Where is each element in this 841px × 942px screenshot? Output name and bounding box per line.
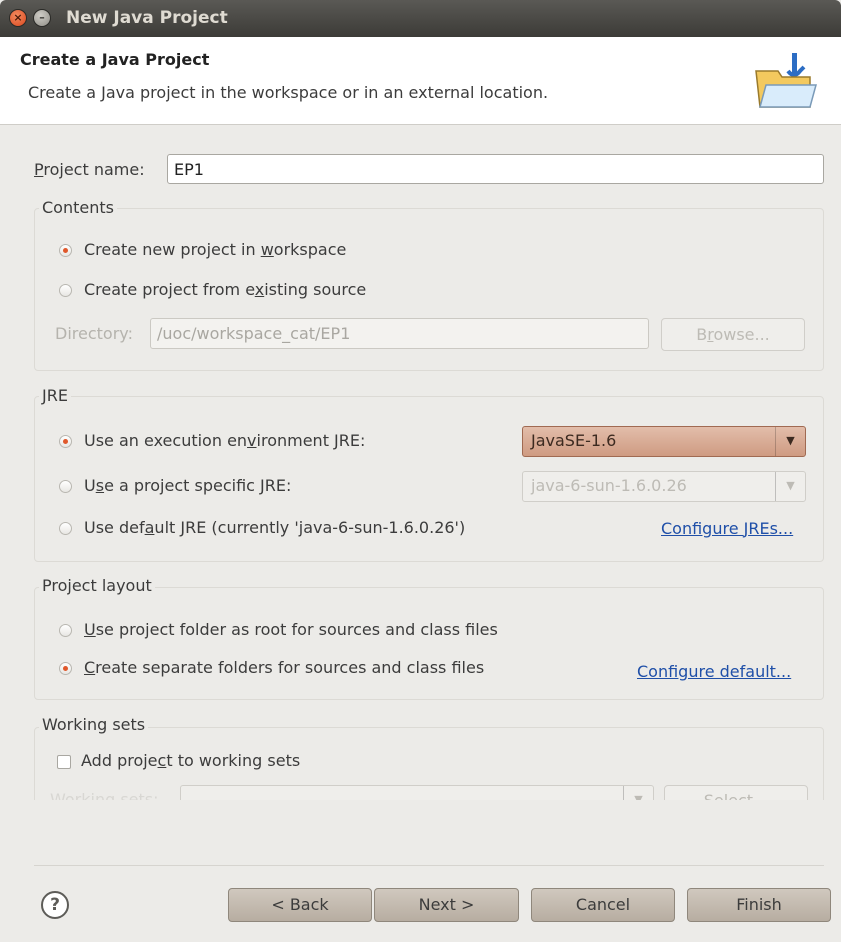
project-layout-group: [34, 587, 824, 700]
folder-as-root-label[interactable]: Use project folder as root for sources a…: [84, 620, 498, 639]
working-sets-label: Working sets:: [50, 790, 159, 800]
directory-label: Directory:: [55, 324, 133, 343]
page-title: Create a Java Project: [20, 50, 210, 69]
create-in-workspace-label[interactable]: Create new project in workspace: [84, 240, 346, 259]
back-button[interactable]: < Back: [228, 888, 372, 922]
add-to-working-sets-label[interactable]: Add project to working sets: [81, 751, 300, 770]
execution-environment-radio[interactable]: [59, 435, 72, 448]
close-icon[interactable]: ×: [9, 9, 27, 27]
working-sets-area: Working sets Add project to working sets…: [0, 700, 841, 800]
window-title: New Java Project: [66, 8, 228, 28]
working-sets-select[interactable]: ▼: [180, 785, 654, 800]
default-jre-radio[interactable]: [59, 522, 72, 535]
execution-environment-label[interactable]: Use an execution environment JRE:: [84, 431, 365, 450]
finish-button[interactable]: Finish: [687, 888, 831, 922]
next-button[interactable]: Next >: [374, 888, 519, 922]
project-specific-jre-label[interactable]: Use a project specific JRE:: [84, 476, 291, 495]
page-description: Create a Java project in the workspace o…: [28, 83, 549, 102]
project-specific-jre-radio[interactable]: [59, 480, 72, 493]
java-project-folder-icon: [755, 53, 817, 108]
minimize-icon[interactable]: –: [33, 9, 51, 27]
chevron-down-icon: ▼: [775, 427, 805, 456]
chevron-down-icon: ▼: [623, 786, 653, 800]
default-jre-label[interactable]: Use default JRE (currently 'java-6-sun-1…: [84, 518, 465, 537]
chevron-down-icon: ▼: [775, 472, 805, 501]
window-titlebar: × – New Java Project: [0, 0, 841, 37]
browse-button[interactable]: Browse...: [661, 318, 805, 351]
separate-folders-label[interactable]: Create separate folders for sources and …: [84, 658, 484, 677]
project-specific-jre-select[interactable]: java-6-sun-1.6.0.26 ▼: [522, 471, 806, 502]
create-from-existing-radio[interactable]: [59, 284, 72, 297]
project-layout-group-title: Project layout: [39, 576, 155, 595]
configure-default-link[interactable]: Configure default...: [637, 662, 791, 681]
create-from-existing-label[interactable]: Create project from existing source: [84, 280, 366, 299]
wizard-header: Create a Java Project Create a Java proj…: [0, 37, 841, 125]
cancel-button[interactable]: Cancel: [531, 888, 675, 922]
configure-jres-link[interactable]: Configure JREs...: [661, 519, 793, 538]
create-in-workspace-radio[interactable]: [59, 244, 72, 257]
button-bar-separator: [34, 865, 824, 866]
project-name-label: Project name:: [34, 160, 145, 179]
help-icon[interactable]: ?: [41, 891, 69, 919]
execution-environment-select[interactable]: JavaSE-1.6 ▼: [522, 426, 806, 457]
jre-group-title: JRE: [39, 386, 71, 405]
folder-as-root-radio[interactable]: [59, 624, 72, 637]
project-name-input[interactable]: [167, 154, 824, 184]
contents-group-title: Contents: [39, 198, 117, 217]
add-to-working-sets-checkbox[interactable]: [57, 755, 71, 769]
select-working-sets-button[interactable]: Select...: [664, 785, 808, 800]
separate-folders-radio[interactable]: [59, 662, 72, 675]
directory-input[interactable]: [150, 318, 649, 349]
working-sets-group-title: Working sets: [39, 715, 149, 734]
